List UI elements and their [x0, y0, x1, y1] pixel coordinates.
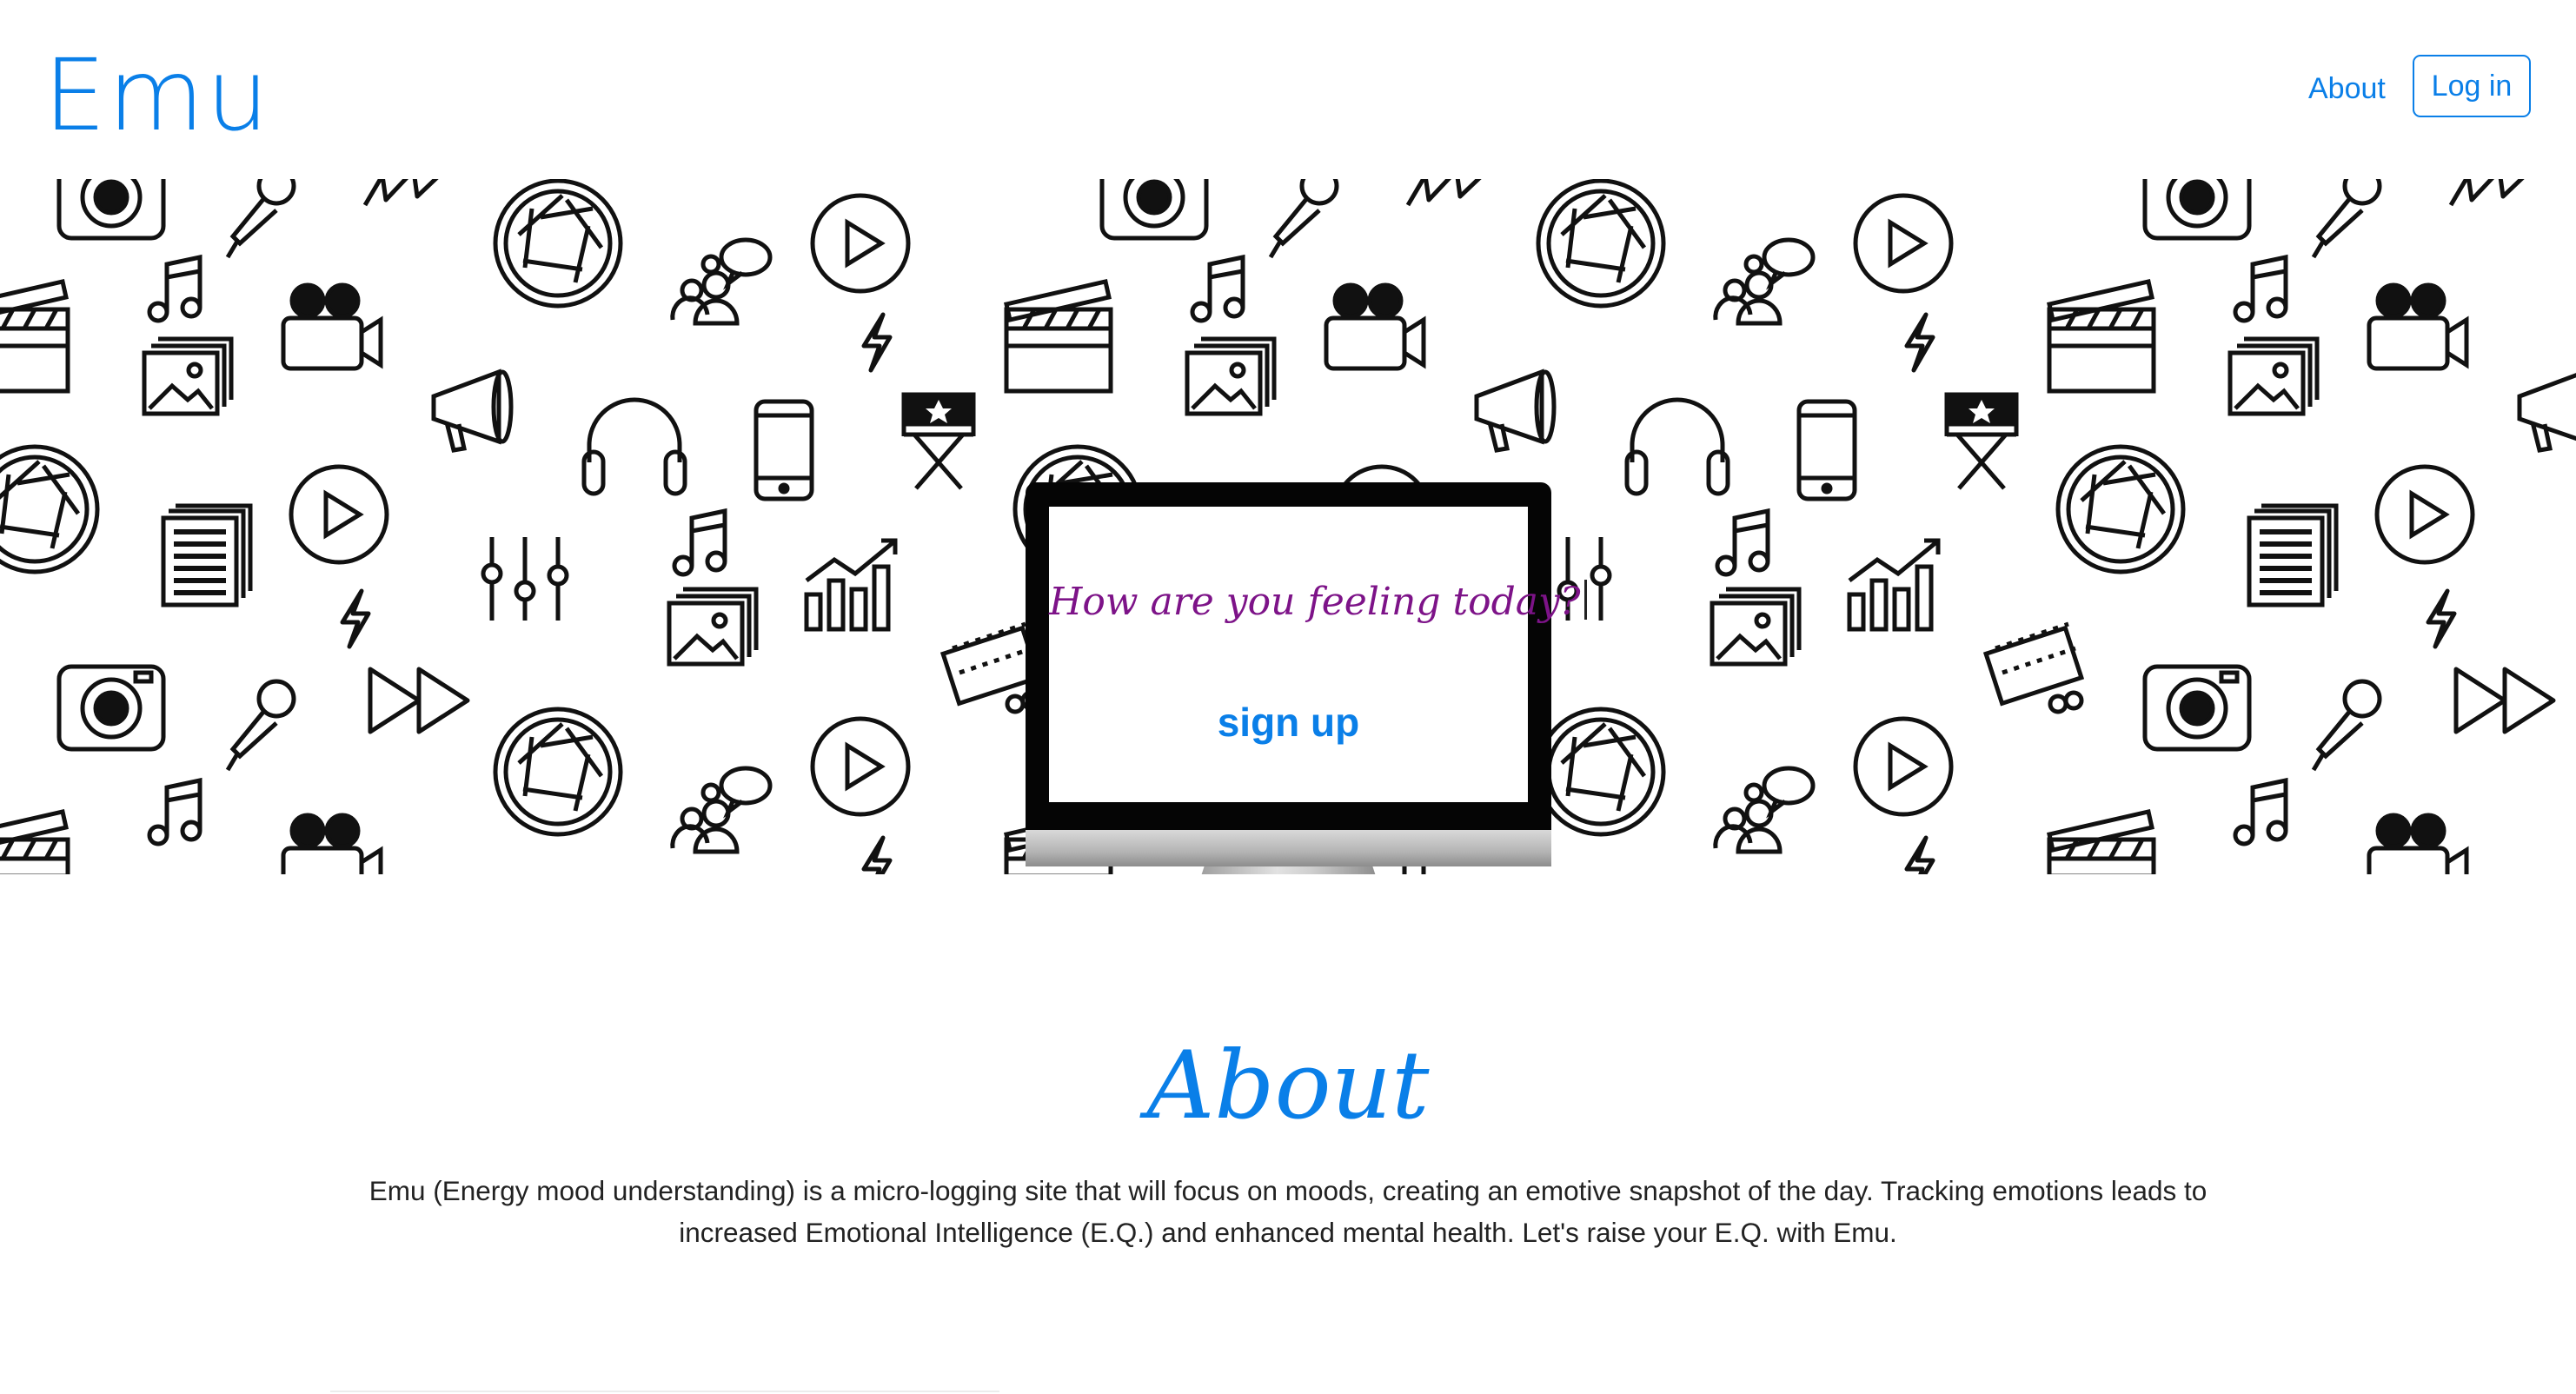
feeling-prompt-text: How are you feeling today?: [1049, 580, 1581, 624]
monitor-screen: How are you feeling today? sign up: [1049, 507, 1587, 802]
login-button[interactable]: Log in: [2413, 55, 2531, 117]
navbar: Emu About Log in: [0, 0, 2576, 179]
pattern-tile-3: [2049, 179, 2576, 874]
brand-logo[interactable]: Emu: [43, 35, 270, 156]
signup-link[interactable]: sign up: [1049, 696, 1528, 748]
monitor-bezel: How are you feeling today? sign up: [1026, 482, 1587, 830]
about-heading: About: [1146, 1032, 1430, 1140]
nav-about-link[interactable]: About: [2308, 68, 2386, 110]
feeling-prompt: How are you feeling today?: [1049, 576, 1587, 628]
pattern-tile-1: [0, 179, 1039, 874]
monitor-chin: [1026, 830, 1551, 866]
hero-banner: How are you feeling today? sign up: [0, 179, 2576, 874]
monitor-illustration: How are you feeling today? sign up: [1026, 482, 1587, 874]
monitor-stand: [1178, 866, 1399, 874]
about-description: Emu (Energy mood understanding) is a mic…: [368, 1175, 2208, 1248]
typing-cursor: [1583, 580, 1587, 620]
section-divider: [330, 1391, 999, 1392]
